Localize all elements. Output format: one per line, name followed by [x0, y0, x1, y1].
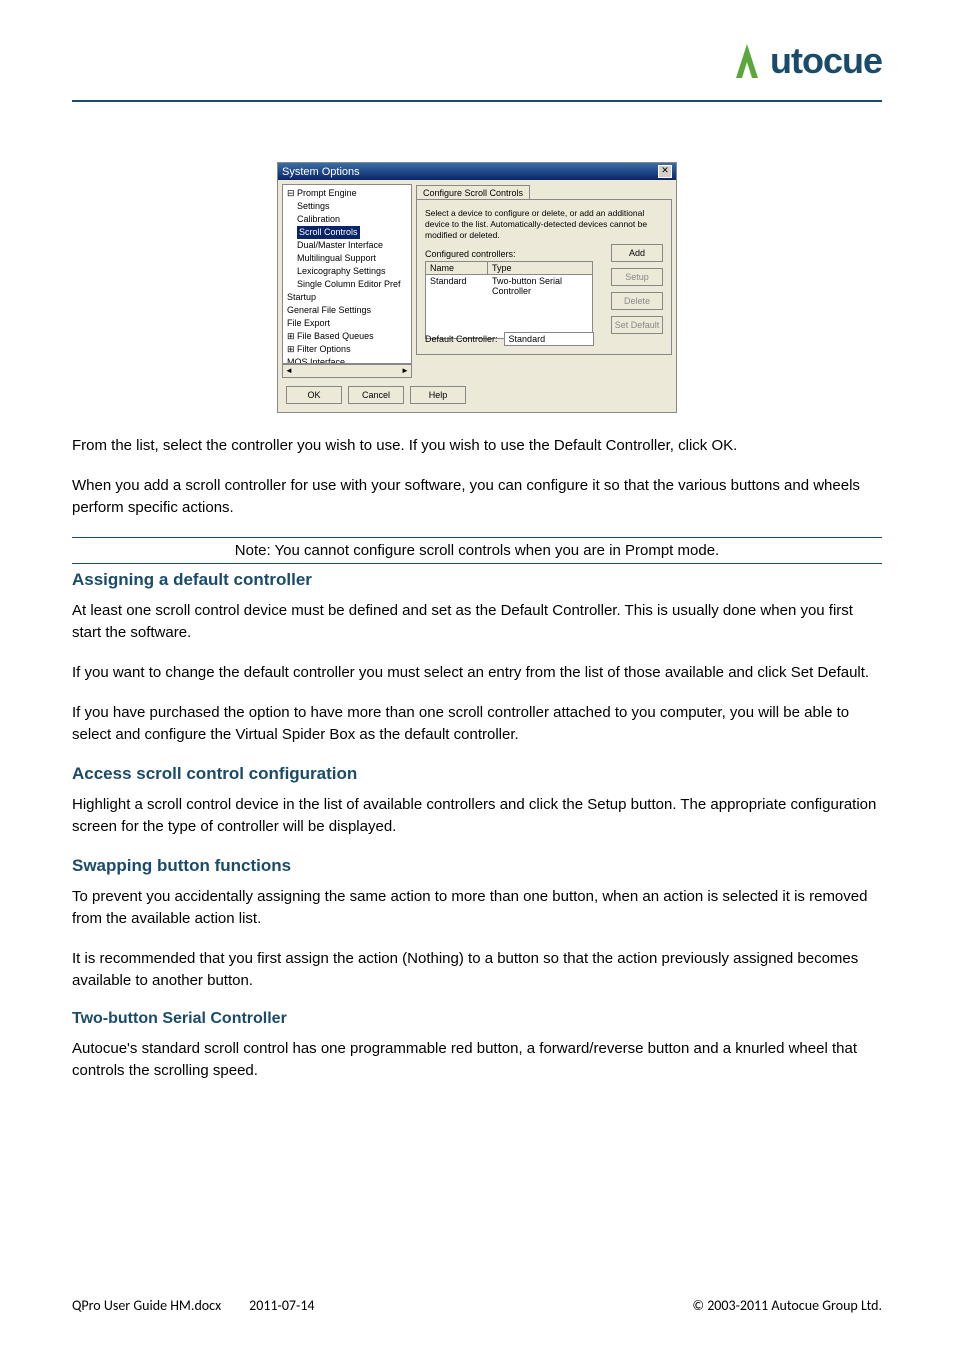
col-type: Type — [488, 262, 592, 274]
tree-item[interactable]: MOS Interface — [287, 356, 407, 364]
heading-two-button: Two-button Serial Controller — [72, 1010, 882, 1028]
header-rule — [72, 100, 882, 102]
tree-item[interactable]: General File Settings — [287, 304, 407, 317]
logo-text: utocue — [770, 40, 882, 82]
dialog-instructions: Select a device to configure or delete, … — [425, 208, 663, 241]
heading-swapping: Swapping button functions — [72, 856, 882, 876]
tree-item[interactable]: Startup — [287, 291, 407, 304]
tree-item[interactable]: Calibration — [287, 213, 407, 226]
default-controller-label: Default Controller: — [425, 334, 498, 344]
body-paragraph: From the list, select the controller you… — [72, 435, 882, 457]
tree-item[interactable]: Dual/Master Interface — [287, 239, 407, 252]
cancel-button[interactable]: Cancel — [348, 386, 404, 404]
footer-copyright: © 2003-2011 Autocue Group Ltd. — [692, 1297, 882, 1314]
system-options-dialog: System Options ✕ ⊟ Prompt Engine Setting… — [277, 162, 677, 413]
body-paragraph: When you add a scroll controller for use… — [72, 475, 882, 519]
default-controller-value: Standard — [504, 332, 594, 346]
tree-item[interactable]: Multilingual Support — [287, 252, 407, 265]
delete-button[interactable]: Delete — [611, 292, 663, 310]
tree-item-selected[interactable]: Scroll Controls — [297, 226, 360, 239]
add-button[interactable]: Add — [611, 244, 663, 262]
controllers-grid-header: Name Type — [425, 261, 593, 275]
body-paragraph: To prevent you accidentally assigning th… — [72, 886, 882, 930]
controllers-grid[interactable]: Standard Two-button Serial Controller — [425, 275, 593, 339]
tree-item[interactable]: ⊞ Filter Options — [287, 343, 407, 356]
body-paragraph: It is recommended that you first assign … — [72, 948, 882, 992]
ok-button[interactable]: OK — [286, 386, 342, 404]
tree-item[interactable]: Lexicography Settings — [287, 265, 407, 278]
help-button[interactable]: Help — [410, 386, 466, 404]
set-default-button[interactable]: Set Default — [611, 316, 663, 334]
body-paragraph: If you want to change the default contro… — [72, 662, 882, 684]
note-rule-bottom — [72, 563, 882, 564]
body-paragraph: If you have purchased the option to have… — [72, 702, 882, 746]
body-paragraph: Highlight a scroll control device in the… — [72, 794, 882, 838]
footer-doc-name: QPro User Guide HM.docx — [72, 1297, 221, 1314]
dialog-titlebar: System Options ✕ — [278, 163, 676, 180]
dialog-title: System Options — [282, 166, 360, 178]
heading-assigning-default: Assigning a default controller — [72, 570, 882, 590]
heading-access-config: Access scroll control configuration — [72, 764, 882, 784]
body-paragraph: At least one scroll control device must … — [72, 600, 882, 644]
close-icon[interactable]: ✕ — [658, 165, 672, 178]
page-footer: QPro User Guide HM.docx 2011-07-14 © 200… — [72, 1297, 882, 1314]
setup-button[interactable]: Setup — [611, 268, 663, 286]
tree-item[interactable]: ⊞ File Based Queues — [287, 330, 407, 343]
table-row[interactable]: Standard Two-button Serial Controller — [426, 275, 592, 297]
tree-item[interactable]: ⊟ Prompt Engine — [287, 187, 407, 200]
tab-configure-scroll-controls[interactable]: Configure Scroll Controls — [416, 185, 530, 200]
tree-item[interactable]: Single Column Editor Pref — [287, 278, 407, 291]
logo-mark-icon — [726, 40, 768, 82]
footer-date: 2011-07-14 — [249, 1297, 314, 1314]
tree-item[interactable]: File Export — [287, 317, 407, 330]
tree-scrollbar[interactable]: ◄► — [282, 364, 412, 378]
brand-logo: utocue — [726, 40, 882, 82]
options-tree[interactable]: ⊟ Prompt Engine Settings Calibration Scr… — [282, 184, 412, 364]
body-paragraph: Autocue's standard scroll control has on… — [72, 1038, 882, 1082]
col-name: Name — [426, 262, 488, 274]
tree-item[interactable]: Settings — [287, 200, 407, 213]
note-line: Note: You cannot configure scroll contro… — [72, 538, 882, 563]
